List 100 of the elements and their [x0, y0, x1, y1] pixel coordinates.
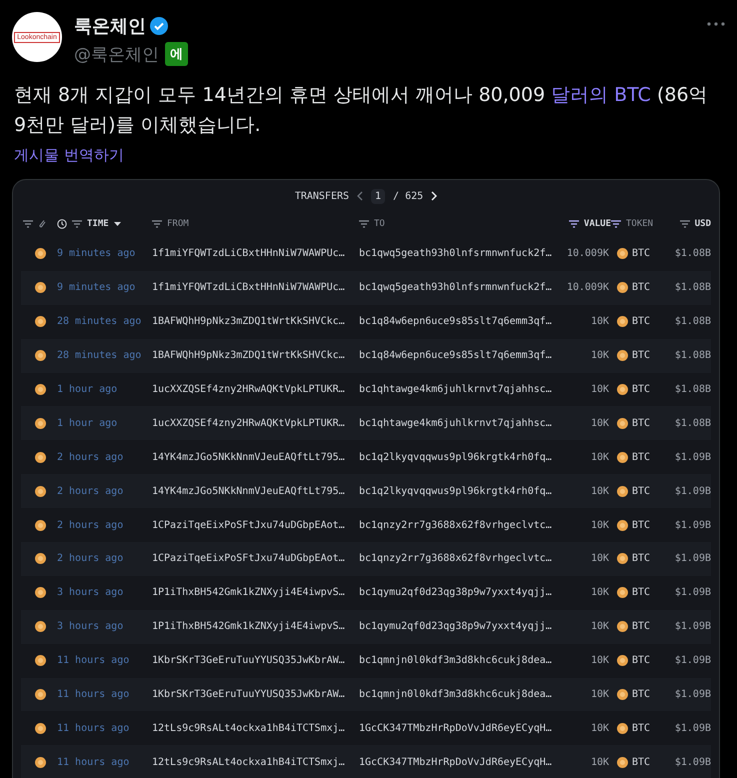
- usd-cell-text: $1.09B: [674, 587, 711, 598]
- filter-icon[interactable]: [72, 220, 82, 228]
- time-link[interactable]: 2 hours ago: [57, 520, 152, 531]
- to-address[interactable]: bc1q2lkyqvqqwus9pl96krgtk4rh0fq…: [359, 486, 555, 497]
- bitcoin-coin-icon: [617, 316, 628, 328]
- from-address[interactable]: 1CPaziTqeEixPoSFtJxu74uDGbpEAot…: [152, 520, 359, 531]
- column-header[interactable]: FROM: [167, 218, 189, 228]
- bitcoin-coin-icon: [617, 722, 628, 734]
- sort-caret-icon[interactable]: [114, 222, 121, 226]
- token-label: BTC: [632, 248, 650, 260]
- to-address[interactable]: bc1qymu2qf0d23qg38p9w7yxxt4yqjj…: [359, 621, 555, 632]
- from-address[interactable]: 14YK4mzJGo5NKkNnmVJeuEAQftLt795…: [152, 486, 359, 497]
- account-name[interactable]: 룩온체인: [74, 14, 146, 38]
- time-link[interactable]: 2 hours ago: [57, 452, 152, 463]
- column-header[interactable]: TIME: [87, 218, 109, 228]
- translate-link[interactable]: 게시물 번역하기: [14, 146, 124, 165]
- bitcoin-coin-icon: [35, 689, 46, 700]
- time-link[interactable]: 3 hours ago: [57, 587, 152, 598]
- filter-icon[interactable]: [568, 220, 579, 228]
- to-address[interactable]: bc1qhtawge4km6juhlkrnvt7qjahhsc…: [359, 418, 555, 429]
- token-label: BTC: [632, 655, 650, 666]
- from-address[interactable]: 1ucXXZQSEf4zny2HRwAQKtVpkLPTUKR…: [152, 418, 359, 429]
- to-address[interactable]: 1GcCK347TMbzHrRpDoVvJdR6eyECyqH…: [359, 756, 555, 768]
- link-icon[interactable]: [38, 219, 46, 228]
- from-address[interactable]: 1CPaziTqeEixPoSFtJxu74uDGbpEAot…: [152, 553, 359, 564]
- from-address[interactable]: 12tLs9c9RsALt4ockxa1hB4iTCTSmxj…: [152, 756, 359, 768]
- from-address[interactable]: 14YK4mzJGo5NKkNnmVJeuEAQftLt795…: [152, 452, 359, 463]
- time-link[interactable]: 28 minutes ago: [57, 316, 152, 328]
- account-handle[interactable]: @룩온체인: [74, 42, 159, 66]
- bitcoin-coin-icon: [617, 384, 628, 395]
- to-address[interactable]: bc1qwq5geath93h0lnfsrmnwnfuck2f…: [359, 248, 555, 260]
- column-header[interactable]: USD: [694, 218, 711, 228]
- from-address[interactable]: 1KbrSKrT3GeEruTuuYYUSQ35JwKbrAW…: [152, 689, 359, 700]
- page-total: / 625: [393, 190, 424, 202]
- more-icon[interactable]: [707, 22, 725, 26]
- bitcoin-coin-icon: [35, 384, 46, 395]
- usd-cell-text: $1.08B: [674, 282, 711, 294]
- column-header[interactable]: TOKEN: [626, 218, 654, 228]
- bitcoin-coin-icon: [35, 621, 46, 632]
- from-address[interactable]: 1P1iThxBH542Gmk1kZNXyji4E4iwpvS…: [152, 621, 359, 632]
- bitcoin-coin-icon: [617, 520, 628, 531]
- column-header[interactable]: TO: [374, 218, 385, 228]
- time-link[interactable]: 11 hours ago: [57, 689, 152, 700]
- hashtag-link[interactable]: 달러의 BTC: [551, 84, 651, 106]
- to-address[interactable]: bc1q84w6epn6uce9s85slt7q6emm3qf…: [359, 350, 555, 362]
- from-address[interactable]: 1f1miYFQWTzdLiCBxtHHnNiW7WAWPUc…: [152, 282, 359, 294]
- time-link[interactable]: 11 hours ago: [57, 756, 152, 768]
- usd-cell-text: $1.08B: [674, 418, 711, 429]
- to-address[interactable]: bc1qnzy2rr7g3688x62f8vrhgeclvtc…: [359, 520, 555, 531]
- next-page-icon[interactable]: [431, 191, 438, 201]
- from-address[interactable]: 1f1miYFQWTzdLiCBxtHHnNiW7WAWPUc…: [152, 248, 359, 260]
- value-cell-text: 10K: [590, 384, 610, 395]
- from-address[interactable]: 1ucXXZQSEf4zny2HRwAQKtVpkLPTUKR…: [152, 384, 359, 395]
- time-link[interactable]: 11 hours ago: [57, 655, 152, 666]
- filter-icon[interactable]: [359, 220, 369, 228]
- bitcoin-coin-icon: [35, 756, 46, 768]
- time-link[interactable]: 2 hours ago: [57, 486, 152, 497]
- bitcoin-coin-icon: [617, 689, 628, 700]
- filter-icon[interactable]: [152, 220, 162, 228]
- filter-icon[interactable]: [23, 220, 33, 228]
- from-address[interactable]: 12tLs9c9RsALt4ockxa1hB4iTCTSmxj…: [152, 722, 359, 734]
- from-address[interactable]: 1BAFWQhH9pNkz3mZDQ1tWrtKkSHVCkc…: [152, 350, 359, 362]
- bitcoin-coin-icon: [35, 722, 46, 734]
- to-address[interactable]: bc1q2lkyqvqqwus9pl96krgtk4rh0fq…: [359, 452, 555, 463]
- to-address[interactable]: bc1q84w6epn6uce9s85slt7q6emm3qf…: [359, 316, 555, 328]
- bitcoin-coin-icon: [617, 553, 628, 564]
- token-label: BTC: [632, 418, 650, 429]
- to-address[interactable]: bc1qymu2qf0d23qg38p9w7yxxt4yqjj…: [359, 587, 555, 598]
- to-address[interactable]: bc1qmnjn0l0kdf3m3d8khc6cukj8dea…: [359, 689, 555, 700]
- from-address[interactable]: 1KbrSKrT3GeEruTuuYYUSQ35JwKbrAW…: [152, 655, 359, 666]
- value-cell-text: 10K: [590, 486, 610, 497]
- from-address[interactable]: 1BAFWQhH9pNkz3mZDQ1tWrtKkSHVCkc…: [152, 316, 359, 328]
- time-link[interactable]: 3 hours ago: [57, 621, 152, 632]
- to-address[interactable]: 1GcCK347TMbzHrRpDoVvJdR6eyECyqH…: [359, 722, 555, 734]
- bitcoin-coin-icon: [617, 418, 628, 429]
- column-header[interactable]: VALUE: [584, 218, 611, 228]
- time-link[interactable]: 9 minutes ago: [57, 248, 152, 260]
- bitcoin-coin-icon: [617, 452, 628, 463]
- filter-icon[interactable]: [611, 220, 621, 228]
- usd-cell-text: $1.09B: [674, 452, 711, 463]
- usd-cell-text: $1.08B: [674, 248, 711, 260]
- time-link[interactable]: 11 hours ago: [57, 722, 152, 734]
- time-link[interactable]: 9 minutes ago: [57, 282, 152, 294]
- time-link[interactable]: 1 hour ago: [57, 384, 152, 395]
- token-label: BTC: [632, 756, 650, 768]
- time-link[interactable]: 28 minutes ago: [57, 350, 152, 362]
- to-address[interactable]: bc1qmnjn0l0kdf3m3d8khc6cukj8dea…: [359, 655, 555, 666]
- time-link[interactable]: 2 hours ago: [57, 553, 152, 564]
- bitcoin-coin-icon: [617, 248, 628, 260]
- filter-icon[interactable]: [680, 220, 690, 228]
- to-address[interactable]: bc1qhtawge4km6juhlkrnvt7qjahhsc…: [359, 384, 555, 395]
- to-address[interactable]: bc1qwq5geath93h0lnfsrmnwnfuck2f…: [359, 282, 555, 294]
- time-link[interactable]: 1 hour ago: [57, 418, 152, 429]
- previous-page-icon[interactable]: [357, 191, 364, 201]
- to-address[interactable]: bc1qnzy2rr7g3688x62f8vrhgeclvtc…: [359, 553, 555, 564]
- value-cell-text: 10K: [590, 621, 610, 632]
- page-number[interactable]: 1: [371, 188, 386, 204]
- value-cell-text: 10K: [590, 722, 610, 734]
- token-label: BTC: [632, 486, 650, 497]
- from-address[interactable]: 1P1iThxBH542Gmk1kZNXyji4E4iwpvS…: [152, 587, 359, 598]
